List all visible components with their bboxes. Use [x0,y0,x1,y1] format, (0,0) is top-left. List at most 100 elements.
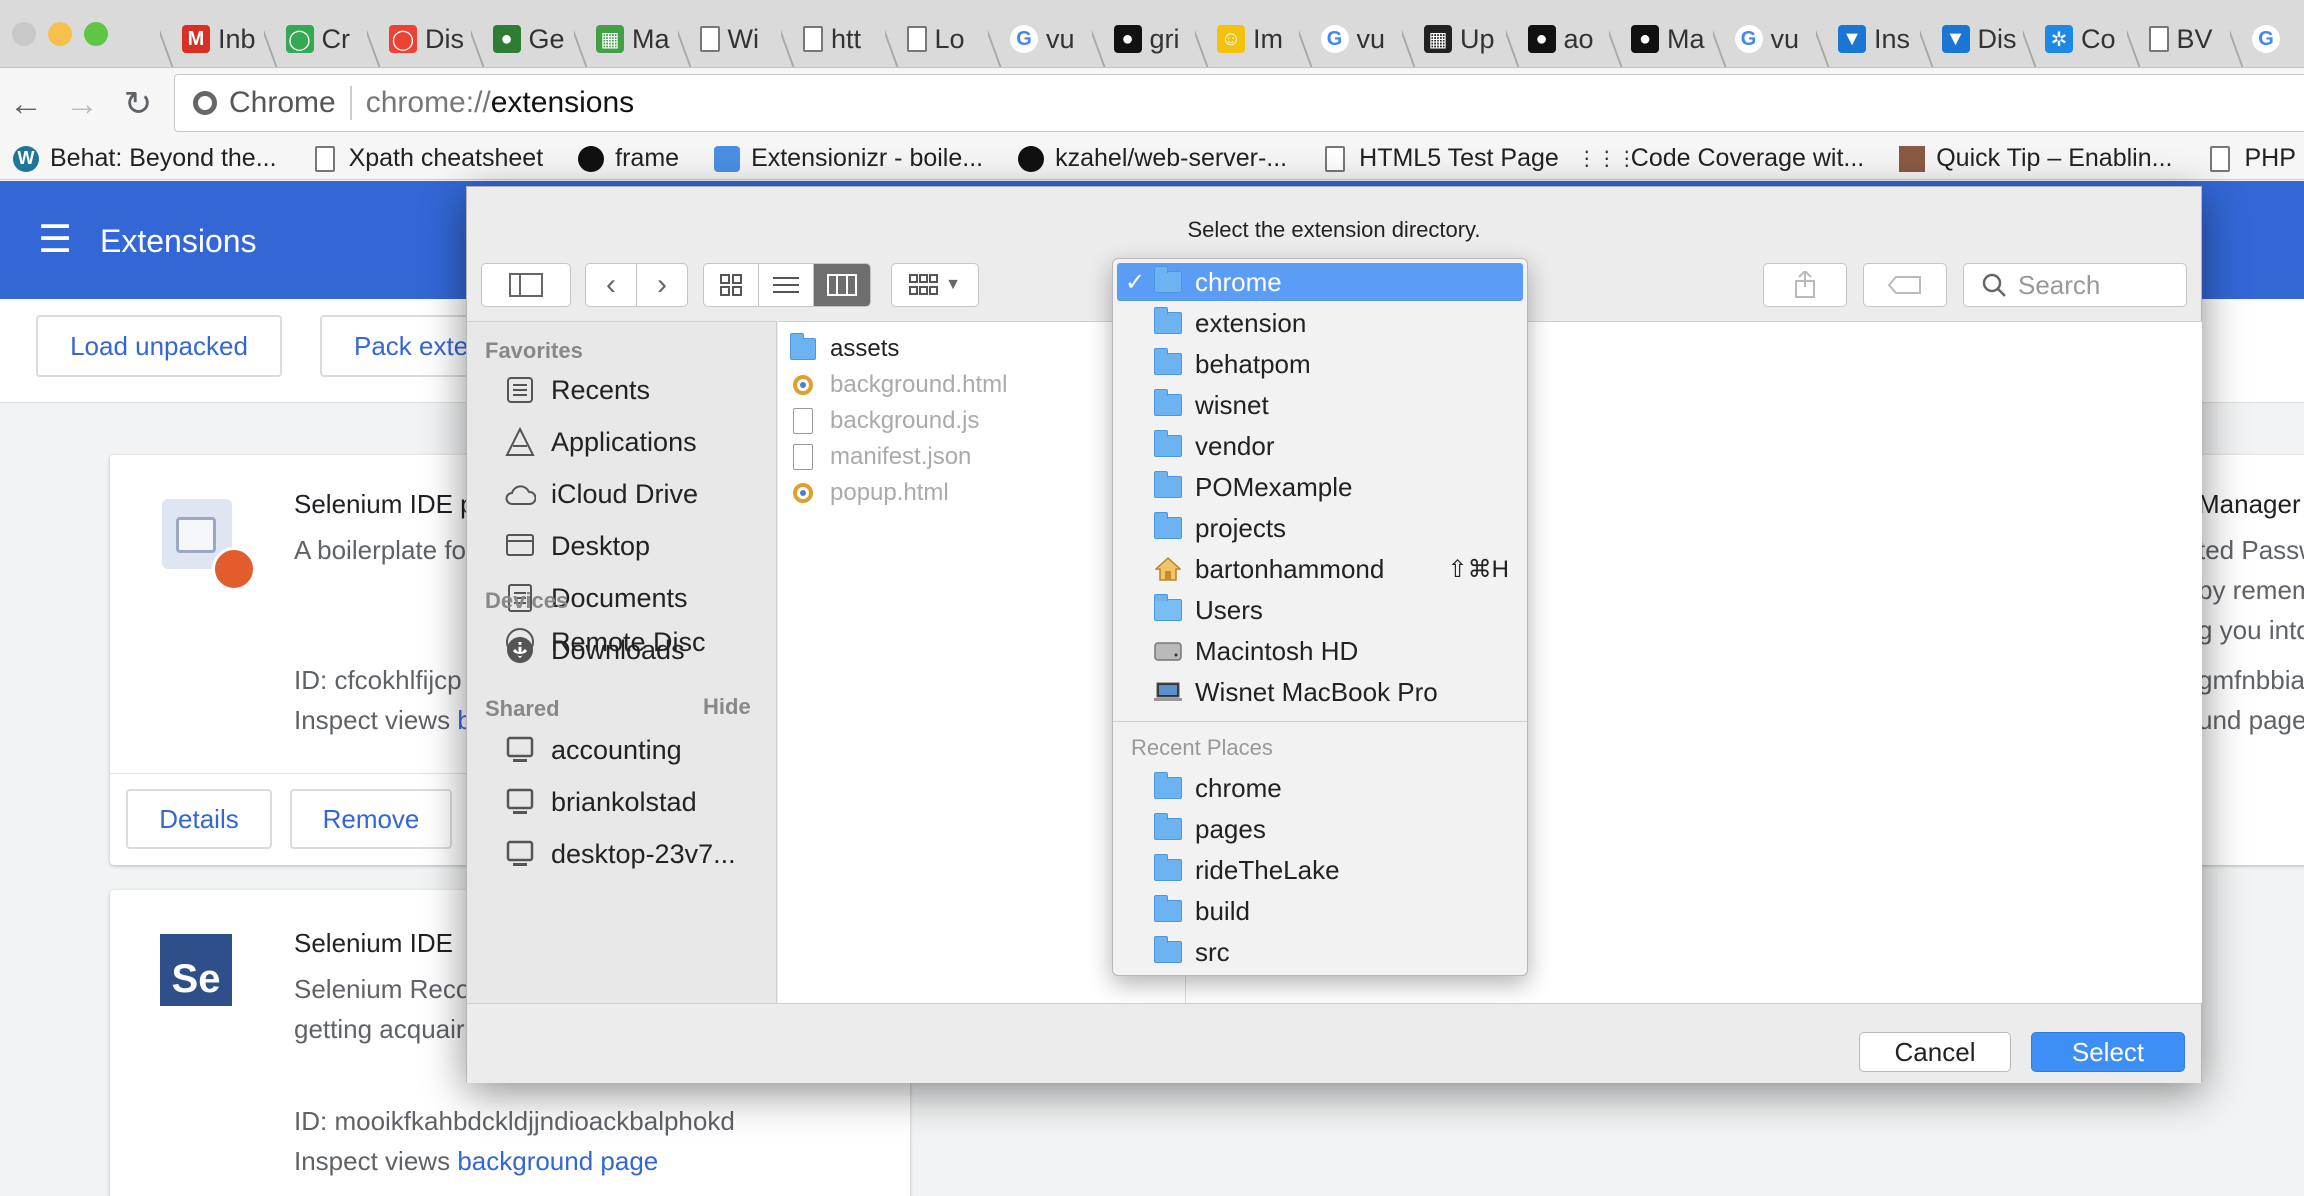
close-window-button[interactable] [12,22,36,46]
inspect-views-label: Inspect views [294,705,451,735]
back-button[interactable]: ← [6,84,46,124]
sidebar-item-icloud-drive[interactable]: iCloud Drive [503,474,698,514]
path-item-chrome[interactable]: ✓ chrome [1117,263,1523,301]
file-item[interactable]: assets [790,332,899,366]
path-item-wisnet-macbook-pro[interactable]: Wisnet MacBook Pro [1117,673,1523,711]
tab-10[interactable]: ☺ Im [1195,10,1299,67]
bookmark-item[interactable]: PHP [2206,144,2296,173]
tab-20[interactable]: G [2230,10,2304,67]
path-item-wisnet[interactable]: wisnet [1117,386,1523,424]
tab-7[interactable]: Lo [885,10,989,67]
select-button[interactable]: Select [2031,1032,2185,1072]
wordpress-icon: W [12,145,40,173]
tab-14[interactable]: ● Ma [1609,10,1713,67]
reload-button[interactable]: ↻ [118,84,158,124]
column-view-button[interactable] [813,263,871,307]
sidebar-item-remote-disc[interactable]: Remote Disc [503,622,706,662]
arrange-icon [909,274,939,295]
path-item-extension[interactable]: extension [1117,304,1523,342]
tab-12[interactable]: ▦ Up [1402,10,1506,67]
load-unpacked-button[interactable]: Load unpacked [36,315,282,377]
remove-button[interactable]: Remove [290,789,452,849]
url-path: extensions [490,86,635,119]
google-icon: G [1010,25,1038,53]
selenium-logo-icon: Se [160,934,232,1006]
path-item-vendor[interactable]: vendor [1117,427,1523,465]
bookmark-item[interactable]: frame [577,144,679,173]
icon-view-button[interactable] [703,263,759,307]
tab-6[interactable]: htt [781,10,885,67]
list-view-button[interactable] [758,263,814,307]
tab-2[interactable]: ◯ Dis [367,10,471,67]
search-field[interactable]: Search [1963,263,2187,307]
forward-button[interactable]: → [62,84,102,124]
tab-3[interactable]: ● Ge [471,10,575,67]
sidebar-item-applications[interactable]: Applications [503,422,697,462]
tab-9[interactable]: ● gri [1092,10,1196,67]
path-item-label: rideTheLake [1195,854,1340,885]
bookmark-item[interactable]: W Behat: Beyond the... [12,144,277,173]
hamburger-menu-icon[interactable]: ☰ [38,221,72,259]
tab-18[interactable]: ✲ Co [2023,10,2127,67]
path-item-pages[interactable]: pages [1117,810,1523,848]
arrange-button[interactable]: ▼ [891,263,979,307]
sidebar-toggle-button[interactable] [481,263,571,307]
path-item-behatpom[interactable]: behatpom [1117,345,1523,383]
tab-19[interactable]: BV [2127,10,2231,67]
path-item-label: Users [1195,594,1263,625]
path-item-build[interactable]: build [1117,892,1523,930]
tab-0[interactable]: M Inb [160,10,264,67]
bookmark-item[interactable]: kzahel/web-server-... [1017,144,1287,173]
address-bar[interactable]: Chrome chrome://extensions [174,74,2304,132]
page-icon [699,26,720,52]
back-nav-button[interactable]: ‹ [585,263,637,307]
favorites-header: Favorites [485,338,583,363]
bookmark-item[interactable]: ⋮⋮⋮ Code Coverage wit... [1577,144,1864,173]
path-item-users[interactable]: Users [1117,591,1523,629]
tab-label: Up [1460,23,1495,54]
bookmark-item[interactable]: HTML5 Test Page [1321,144,1559,173]
zoom-window-button[interactable] [84,22,108,46]
sidebar-icon [509,273,543,297]
sidebar-item-recents[interactable]: Recents [503,370,650,410]
cancel-button[interactable]: Cancel [1859,1032,2011,1072]
path-item-label: projects [1195,512,1287,543]
share-button[interactable] [1763,263,1847,307]
tab-1[interactable]: ◯ Cr [264,10,368,67]
tags-button[interactable] [1863,263,1947,307]
path-item-pomexample[interactable]: POMexample [1117,468,1523,506]
shared-hide-button[interactable]: Hide [703,694,751,720]
bookmark-item[interactable]: Xpath cheatsheet [311,144,543,173]
tab-15[interactable]: Gvu [1713,10,1817,67]
tab-label: vu [1770,23,1800,54]
path-item-bartonhammond[interactable]: bartonhammond ⇧⌘H [1117,550,1523,588]
path-item-macintosh-hd[interactable]: Macintosh HD [1117,632,1523,670]
file-item: background.js [790,404,979,438]
tab-16[interactable]: ▼ Ins [1816,10,1920,67]
path-item-ridethelake[interactable]: rideTheLake [1117,851,1523,889]
background-page-link[interactable]: und page [2198,705,2304,736]
sidebar-item-desktop-23v7[interactable]: desktop-23v7... [503,834,736,874]
background-page-link[interactable]: background page [457,1146,658,1176]
sidebar-item-accounting[interactable]: accounting [503,730,682,770]
tab-5[interactable]: Wi [678,10,782,67]
google-icon: G [1320,25,1349,53]
tab-4[interactable]: ▦ Ma [574,10,678,67]
sidebar-item-desktop[interactable]: Desktop [503,526,650,566]
pack-extension-button[interactable]: Pack exte [320,315,480,377]
bookmarks-bar: W Behat: Beyond the... Xpath cheatsheet fra… [0,138,2304,180]
tab-17[interactable]: ▼ Dis [1920,10,2024,67]
google-icon: G [1734,25,1763,53]
path-item-src[interactable]: src [1117,933,1523,971]
forward-nav-button[interactable]: › [636,263,688,307]
path-item-chrome[interactable]: chrome [1117,769,1523,807]
details-button[interactable]: Details [126,789,272,849]
minimize-window-button[interactable] [48,22,72,46]
tab-8[interactable]: Gvu [988,10,1092,67]
tab-13[interactable]: ● ao [1506,10,1610,67]
bookmark-item[interactable]: Quick Tip – Enablin... [1898,144,2172,173]
sidebar-item-briankolstad[interactable]: briankolstad [503,782,697,822]
tab-11[interactable]: Gvu [1299,10,1403,67]
path-item-projects[interactable]: projects [1117,509,1523,547]
bookmark-item[interactable]: Extensionizr - boile... [713,144,983,173]
